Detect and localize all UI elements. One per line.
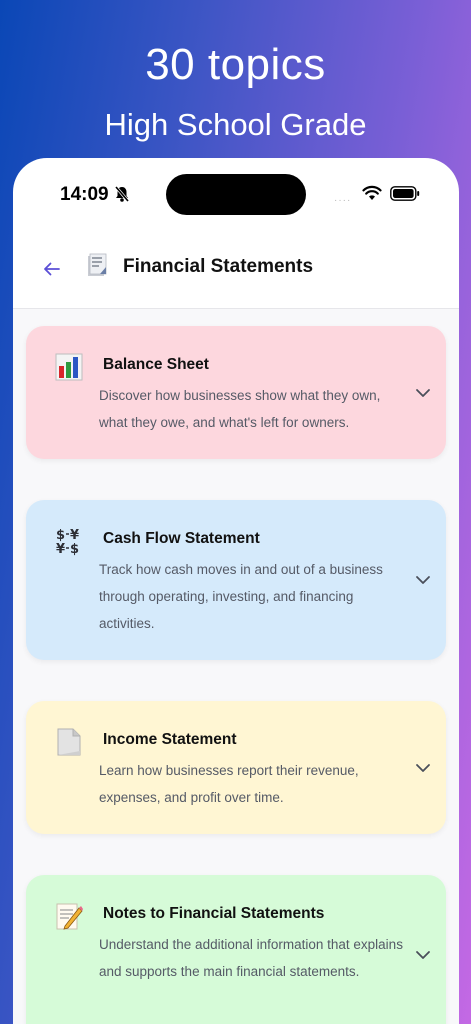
svg-text:¥: ¥ (56, 542, 65, 556)
battery-icon (390, 186, 420, 201)
topic-card-cash-flow-statement[interactable]: $ ¥ ¥ $ Cash Flow Statement Track how ca… (26, 500, 446, 660)
svg-text:$: $ (70, 542, 79, 556)
back-arrow-icon[interactable] (41, 258, 63, 280)
phone-screen: 14:09 ···· Financial Statements Balance … (13, 158, 459, 1024)
bar-chart-icon (55, 353, 83, 381)
navigation-bar: Financial Statements (13, 246, 459, 309)
topic-card-balance-sheet[interactable]: Balance Sheet Discover how businesses sh… (26, 326, 446, 459)
cellular-signal-icon: ···· (334, 195, 352, 206)
status-time: 14:09 (60, 184, 109, 205)
document-icon (88, 253, 107, 276)
silent-bell-icon (114, 186, 130, 202)
svg-text:¥: ¥ (70, 528, 79, 543)
topic-title: Cash Flow Statement (103, 530, 260, 547)
topic-description: Discover how businesses show what they o… (99, 388, 381, 430)
topic-description: Learn how businesses report their revenu… (99, 763, 359, 805)
svg-text:$: $ (56, 528, 65, 543)
topic-title: Notes to Financial Statements (103, 905, 325, 922)
topic-description: Track how cash moves in and out of a bus… (99, 562, 383, 631)
currency-exchange-icon: $ ¥ ¥ $ (56, 528, 79, 556)
topic-title: Balance Sheet (103, 356, 209, 373)
hero-title: 30 topics (145, 40, 326, 89)
status-bar: 14:09 ···· (13, 158, 459, 228)
memo-icon (56, 903, 83, 930)
topic-card-notes-to-financial-statements[interactable]: Notes to Financial Statements Understand… (26, 875, 446, 1024)
topic-title: Income Statement (103, 731, 237, 748)
chevron-down-icon[interactable] (415, 575, 431, 585)
topic-card-income-statement[interactable]: Income Statement Learn how businesses re… (26, 701, 446, 834)
hero-subtitle: High School Grade (104, 107, 367, 142)
chevron-down-icon[interactable] (415, 388, 431, 398)
chevron-down-icon[interactable] (415, 950, 431, 960)
page-icon (57, 728, 81, 756)
chevron-down-icon[interactable] (415, 763, 431, 773)
page-title: Financial Statements (123, 256, 314, 277)
wifi-icon (362, 185, 382, 200)
topic-list: Balance Sheet Discover how businesses sh… (13, 309, 459, 1024)
topic-description: Understand the additional information th… (99, 937, 403, 979)
dynamic-island (166, 174, 306, 215)
